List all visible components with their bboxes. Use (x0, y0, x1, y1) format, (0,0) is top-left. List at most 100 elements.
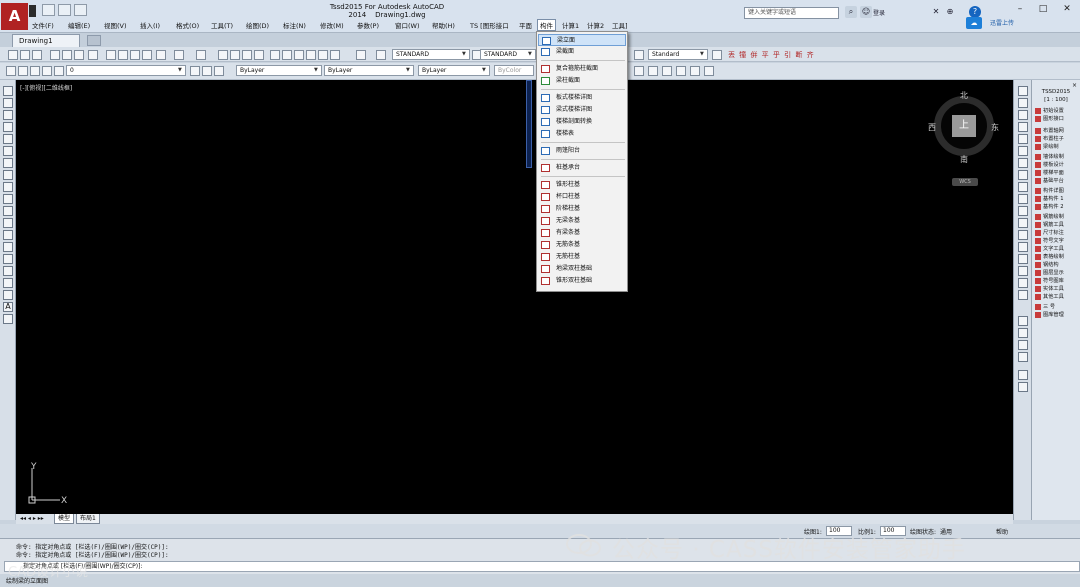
compass-south[interactable]: 南 (960, 154, 968, 165)
draw-order-icon[interactable] (1018, 316, 1028, 326)
stretch-icon[interactable] (1018, 182, 1028, 192)
bring-above-icon[interactable] (1018, 352, 1028, 362)
layer-properties-icon[interactable] (6, 66, 16, 76)
menu-item-plain-column-footing[interactable]: 无筋柱基 (538, 251, 626, 263)
menu-item-strip-no-beam[interactable]: 无梁条基 (538, 215, 626, 227)
text-style-icon[interactable] (376, 50, 386, 60)
tssd-item-rebar-draw[interactable]: 钢筋绘制 (1034, 213, 1080, 221)
text-style-select[interactable]: STANDARD ▼ (392, 49, 470, 60)
tssd-item-symbol-library[interactable]: 符号图库 (1034, 277, 1080, 285)
open-icon[interactable] (20, 50, 30, 60)
menu-tools[interactable]: 工具(T) (211, 20, 233, 30)
menu-parametric[interactable]: 参数(P) (357, 20, 379, 30)
linetype-select[interactable]: ByLayer ▼ (324, 65, 414, 76)
ellipse-arc-icon[interactable] (3, 206, 13, 216)
tssd-item-symbol-text[interactable]: 符号文字 (1034, 237, 1080, 245)
help-icon[interactable] (356, 50, 366, 60)
menu-insert[interactable]: 插入(I) (140, 20, 160, 30)
menu-item-plain-strip[interactable]: 无筋条基 (538, 239, 626, 251)
tssd-scale[interactable]: [1 : 100] (1034, 97, 1078, 103)
menu-item-stair-table[interactable]: 楼梯表 (538, 128, 626, 140)
rectangle-icon[interactable] (3, 134, 13, 144)
tssd-item-tables[interactable]: 表格绘制 (1034, 253, 1080, 261)
extend-icon[interactable] (1018, 206, 1028, 216)
layer-state-icon[interactable] (214, 66, 224, 76)
menu-component[interactable]: 构件 (537, 19, 556, 31)
status-help[interactable]: 帮助 (996, 527, 1008, 536)
menu-help[interactable]: 帮助(H) (432, 20, 455, 30)
menu-ts-graphics[interactable]: TS [图形接口 (470, 20, 509, 30)
paste-icon[interactable] (130, 50, 140, 60)
query-tool-icon[interactable] (676, 66, 686, 76)
drawing-canvas[interactable] (16, 80, 1013, 514)
tssd-item-library-manager[interactable]: 图库管理 (1034, 311, 1080, 319)
compass-west[interactable]: 西 (928, 122, 936, 133)
plotstyle-select[interactable]: ByColor (494, 65, 534, 76)
minimize-icon[interactable]: – (1010, 2, 1030, 16)
mirror-icon[interactable] (1018, 110, 1028, 120)
viewcube-top-face[interactable]: 上 (952, 115, 976, 137)
zoom-window-icon[interactable] (242, 50, 252, 60)
design-center-icon[interactable] (282, 50, 292, 60)
panel-close-icon[interactable]: × (1072, 82, 1077, 89)
tssd-item-entity-tools[interactable]: 实体工具 (1034, 285, 1080, 293)
save-icon[interactable] (32, 50, 42, 60)
block-editor-icon[interactable] (156, 50, 166, 60)
menu-item-composite-stirrup-column[interactable]: 复合箍筋柱截面 (538, 63, 626, 75)
tab-nav-arrows-icon[interactable]: ◂◂ ◂ ▸ ▸▸ (20, 515, 44, 522)
cut-icon[interactable] (106, 50, 116, 60)
undo-icon[interactable] (174, 50, 184, 60)
quick-access-new-icon[interactable] (42, 4, 55, 16)
multiline-text-icon[interactable]: A (3, 302, 13, 312)
tssd-item-other-tools[interactable]: 其他工具 (1034, 293, 1080, 301)
layer-previous-icon[interactable] (202, 66, 212, 76)
tssd-quick-tools[interactable]: 丟 犝 倂 平 乎 引 断 齐 (728, 50, 815, 60)
arc-icon[interactable] (3, 146, 13, 156)
maximize-icon[interactable]: □ (1033, 2, 1053, 16)
scale-icon[interactable] (1018, 170, 1028, 180)
publish-icon[interactable] (74, 50, 84, 60)
join-icon[interactable] (1018, 242, 1028, 252)
menu-item-stepped-footing[interactable]: 阶梯柱基 (538, 203, 626, 215)
insert-block-icon[interactable] (3, 218, 13, 228)
tssd-item-initial-settings[interactable]: 初始设置 (1034, 107, 1080, 115)
layer-freeze-icon[interactable] (30, 66, 40, 76)
tssd-item-axis-grid[interactable]: 布置轴网 (1034, 127, 1080, 135)
menu-view[interactable]: 视图(V) (104, 20, 127, 30)
rotate-icon[interactable] (1018, 158, 1028, 168)
move-icon[interactable] (1018, 146, 1028, 156)
tssd-item-steel[interactable]: 钢结构 (1034, 261, 1080, 269)
viewcube[interactable]: 上 北 南 东 西 WCS (928, 88, 1000, 186)
3d-print-icon[interactable] (88, 50, 98, 60)
menu-item-beam-stair[interactable]: 梁式楼梯详图 (538, 104, 626, 116)
tssd-item-foundation[interactable]: 基础平台 (1034, 177, 1080, 185)
polygon-icon[interactable] (3, 122, 13, 132)
tab-drawing1[interactable]: Drawing1 (12, 34, 80, 47)
settings-tool-icon[interactable] (690, 66, 700, 76)
menu-item-pile-cap[interactable]: 桩基承台 (538, 162, 626, 174)
explode-icon[interactable] (1018, 290, 1028, 300)
redo-icon[interactable] (196, 50, 206, 60)
markup-icon[interactable] (318, 50, 328, 60)
menu-tools-ts[interactable]: 工具] (612, 20, 628, 30)
copy-object-icon[interactable] (1018, 98, 1028, 108)
text-front-icon[interactable] (1018, 370, 1028, 380)
zoom-previous-icon[interactable] (254, 50, 264, 60)
quick-access-open-icon[interactable] (58, 4, 71, 16)
lineweight-select[interactable]: ByLayer ▼ (418, 65, 490, 76)
break-icon[interactable] (1018, 230, 1028, 240)
point-icon[interactable] (3, 242, 13, 252)
ellipse-icon[interactable] (3, 194, 13, 204)
exchange-apps-icon[interactable]: ✕ (930, 6, 942, 18)
hatch-tool-icon[interactable] (648, 66, 658, 76)
menu-file[interactable]: 文件(F) (32, 20, 54, 30)
new-icon[interactable] (8, 50, 18, 60)
layout-tool-icon[interactable] (704, 66, 714, 76)
make-block-icon[interactable] (3, 230, 13, 240)
dim-style-select[interactable]: STANDARD ▼ (480, 49, 536, 60)
spline-icon[interactable] (3, 182, 13, 192)
new-tab-button[interactable] (87, 35, 101, 46)
table-style-select[interactable]: Standard ▼ (648, 49, 708, 60)
table-icon[interactable] (3, 290, 13, 300)
tssd-item-rebar-tools[interactable]: 钢筋工具 (1034, 221, 1080, 229)
